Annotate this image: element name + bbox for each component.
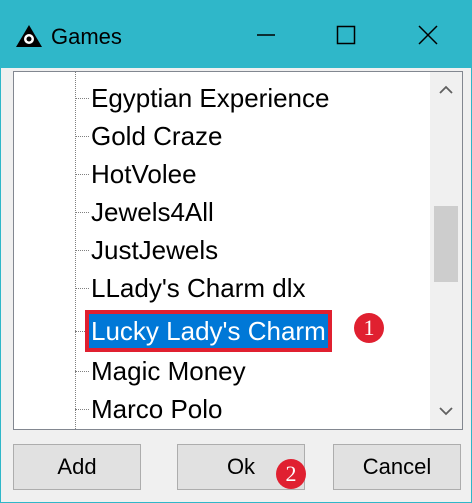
window-title: Games	[51, 24, 122, 49]
add-button[interactable]: Add	[13, 444, 141, 490]
tree-branch	[75, 173, 89, 175]
list-item-label: Lucky Lady's Charm	[85, 310, 332, 352]
list-item[interactable]: Egyptian Experience	[75, 79, 331, 117]
list-item-label: Gold Craze	[91, 121, 223, 151]
tree-branch	[75, 287, 89, 289]
list-item[interactable]: JustJewels	[75, 231, 220, 269]
list-item-selected[interactable]: Lucky Lady's Charm	[75, 310, 332, 352]
tree-branch	[75, 370, 89, 372]
list-item[interactable]: LLady's Charm dlx	[75, 269, 308, 307]
chevron-up-icon	[439, 85, 453, 94]
close-button[interactable]	[393, 1, 463, 68]
tree-branch	[75, 135, 89, 137]
minimize-button[interactable]	[231, 1, 301, 68]
cancel-button[interactable]: Cancel	[333, 444, 461, 490]
list-item-label: Jewels4All	[91, 197, 214, 227]
list-item[interactable]: Gold Craze	[75, 117, 225, 155]
maximize-button[interactable]	[311, 1, 381, 68]
tree-branch	[75, 249, 89, 251]
games-tree-list[interactable]: Egyptian Experience Gold Craze HotVolee …	[13, 71, 463, 430]
maximize-icon	[336, 25, 356, 44]
scroll-thumb[interactable]	[434, 206, 458, 282]
title-bar[interactable]: Games	[1, 1, 471, 68]
step-marker-2: 2	[276, 459, 306, 489]
list-item[interactable]: HotVolee	[75, 155, 199, 193]
vertical-scrollbar[interactable]	[430, 72, 462, 429]
tree-branch	[75, 408, 89, 410]
list-item-label: JustJewels	[91, 235, 219, 265]
game-logo-icon	[16, 25, 42, 47]
list-item-label: Egyptian Experience	[91, 83, 330, 113]
step-marker-1: 1	[354, 313, 384, 343]
list-item-label: Magic Money	[91, 356, 246, 386]
chevron-down-icon	[439, 407, 453, 416]
close-icon	[418, 24, 438, 45]
list-item[interactable]: Magic Money	[75, 352, 248, 390]
scroll-down-button[interactable]	[430, 393, 462, 429]
list-item[interactable]: Jewels4All	[75, 193, 216, 231]
tree-branch	[75, 97, 89, 99]
list-item-label: LLady's Charm dlx	[91, 273, 306, 303]
tree-branch	[75, 330, 89, 332]
list-item[interactable]: Marco Polo	[75, 390, 225, 428]
list-item-label: Marco Polo	[91, 394, 223, 424]
scroll-up-button[interactable]	[430, 72, 462, 108]
minimize-icon	[257, 33, 275, 36]
list-item-label: HotVolee	[91, 159, 197, 189]
tree-branch	[75, 211, 89, 213]
games-dialog: Games Egyptian Experience Gold Craze Hot…	[0, 0, 472, 503]
